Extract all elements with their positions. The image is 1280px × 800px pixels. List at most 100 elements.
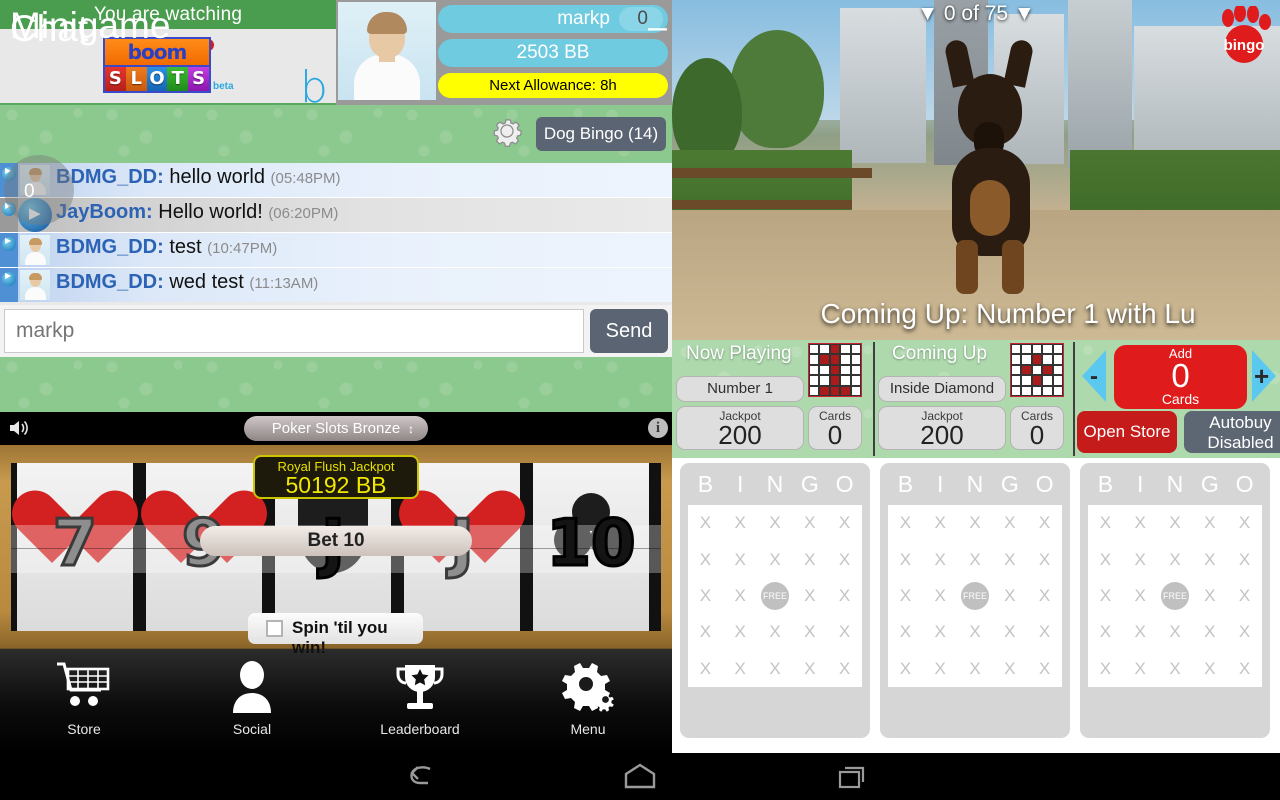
bingo-cell[interactable]: X (792, 578, 827, 614)
bingo-cell[interactable]: X (758, 614, 793, 650)
bingo-cell[interactable]: X (992, 651, 1027, 687)
bingo-cell[interactable]: X (1088, 541, 1123, 577)
allowance-pill[interactable]: Next Allowance: 8h (438, 73, 668, 98)
bingo-cell[interactable]: X (1123, 578, 1158, 614)
tab-store[interactable]: Store (0, 649, 168, 754)
bingo-cell[interactable]: X (792, 541, 827, 577)
bingo-cell[interactable]: X (688, 614, 723, 650)
bingo-cell[interactable]: X (758, 505, 793, 541)
bingo-cell[interactable]: X (792, 614, 827, 650)
send-button[interactable]: Send (590, 309, 668, 353)
gear-icon[interactable] (488, 112, 526, 150)
bingo-cell[interactable]: X (1088, 614, 1123, 650)
bingo-cell[interactable]: X (1123, 651, 1158, 687)
bingo-cell[interactable]: X (758, 651, 793, 687)
bingo-cell[interactable]: X (1192, 541, 1227, 577)
coming-up-jackpot[interactable]: Jackpot 200 (878, 406, 1006, 450)
balance-pill[interactable]: 2503 BB (438, 39, 668, 67)
bingo-cell[interactable]: X (1158, 614, 1193, 650)
bingo-cell[interactable]: X (688, 541, 723, 577)
bingo-card-grid[interactable]: X X X X X X X X X X X X FREE X X X X X X X X X X X X (688, 505, 862, 687)
bingo-cell[interactable]: X (992, 505, 1027, 541)
ball-count-selector[interactable]: ▼ 0 of 75 ▼ (672, 2, 1280, 26)
bingo-cell[interactable]: X (1027, 578, 1062, 614)
bingo-cell-free[interactable]: FREE (1158, 578, 1193, 614)
bingo-cell[interactable]: X (992, 541, 1027, 577)
bingo-cell[interactable]: X (827, 541, 862, 577)
tab-social[interactable]: Social (168, 649, 336, 754)
info-icon[interactable]: i (648, 418, 668, 438)
game-select[interactable]: Poker Slots Bronze ↕ (244, 416, 428, 441)
bingo-cell[interactable]: X (958, 541, 993, 577)
bingo-cell[interactable]: X (1158, 541, 1193, 577)
username-pill[interactable]: markp 0 (438, 5, 668, 33)
room-selector-button[interactable]: Dog Bingo (14) (536, 117, 666, 151)
bingo-card-grid[interactable]: X X X X X X X X X X X X FREE X X X X X X X X X X X X (1088, 505, 1262, 687)
checkbox-icon[interactable] (266, 620, 283, 637)
avatar[interactable] (338, 2, 436, 100)
bingo-cell[interactable]: X (758, 541, 793, 577)
bingo-cell[interactable]: X (792, 505, 827, 541)
bingo-cell[interactable]: X (827, 651, 862, 687)
add-cards-button[interactable]: Add 0 Cards (1114, 345, 1247, 409)
bingo-cell[interactable]: X (923, 541, 958, 577)
bingo-cell[interactable]: X (958, 614, 993, 650)
recents-icon[interactable] (832, 763, 880, 791)
bingo-cell[interactable]: X (1088, 651, 1123, 687)
bingo-cell[interactable]: X (888, 614, 923, 650)
bingo-cell[interactable]: X (1123, 614, 1158, 650)
chat-input[interactable] (4, 309, 584, 353)
bingo-cell[interactable]: X (1088, 505, 1123, 541)
bingo-cell[interactable]: X (888, 541, 923, 577)
bingo-cell[interactable]: X (1158, 505, 1193, 541)
now-playing-cards[interactable]: Cards 0 (808, 406, 862, 450)
bingo-card[interactable]: B I N G O X X X X X X X X X X X X FREE X X X X X X X X X X X X (680, 463, 870, 738)
video-stream[interactable]: ▼ 0 of 75 ▼ bingo Coming Up: Number 1 wi… (672, 0, 1280, 340)
bingo-cell[interactable]: X (792, 651, 827, 687)
bingo-card-grid[interactable]: X X X X X X X X X X X X FREE X X X X X X X X X X X X (888, 505, 1062, 687)
coming-up-cards[interactable]: Cards 0 (1010, 406, 1064, 450)
bingo-cell[interactable]: X (1192, 578, 1227, 614)
bingo-card[interactable]: B I N G O X X X X X X X X X X X X FREE X X X X X X X X X X X X (880, 463, 1070, 738)
bingo-cell[interactable]: X (958, 651, 993, 687)
bingo-cell[interactable]: X (723, 614, 758, 650)
home-icon[interactable] (616, 763, 664, 791)
bingo-cell[interactable]: X (923, 578, 958, 614)
now-playing-pattern-name[interactable]: Number 1 (676, 376, 804, 402)
open-store-button[interactable]: Open Store (1077, 411, 1177, 453)
chat-message[interactable]: BDMG_DD: hello world (05:48PM) (0, 163, 672, 197)
tab-menu[interactable]: Menu (504, 649, 672, 754)
bingo-cell[interactable]: X (1227, 541, 1262, 577)
chat-message-list[interactable]: BDMG_DD: hello world (05:48PM) JayBoom: … (0, 155, 672, 302)
bingo-cell[interactable]: X (1088, 578, 1123, 614)
bingo-cell[interactable]: X (1227, 505, 1262, 541)
bingo-cell[interactable]: X (923, 651, 958, 687)
bingo-cell[interactable]: X (723, 505, 758, 541)
bingo-cell[interactable]: X (1192, 651, 1227, 687)
spin-til-win-toggle[interactable]: Spin 'til you win! (248, 613, 423, 657)
increment-cards-button[interactable]: + (1252, 350, 1276, 402)
bingo-cell[interactable]: X (688, 505, 723, 541)
bingo-cell[interactable]: X (1027, 505, 1062, 541)
bingo-cell[interactable]: X (888, 505, 923, 541)
bingo-cell[interactable]: X (1192, 614, 1227, 650)
speaker-icon[interactable] (8, 418, 32, 438)
bingo-cell[interactable]: X (1158, 651, 1193, 687)
bingo-cell[interactable]: X (992, 614, 1027, 650)
bingo-cell[interactable]: X (1123, 505, 1158, 541)
bingo-cell[interactable]: X (923, 614, 958, 650)
back-icon[interactable] (400, 763, 448, 791)
bet-button[interactable]: Bet 10 (200, 526, 472, 556)
bingo-cell[interactable]: X (723, 578, 758, 614)
bingo-cell[interactable]: X (1123, 541, 1158, 577)
bingo-cell[interactable]: X (1027, 614, 1062, 650)
bingo-cell[interactable]: X (888, 651, 923, 687)
bingo-cell-free[interactable]: FREE (758, 578, 793, 614)
bingo-cell[interactable]: X (1027, 541, 1062, 577)
bingo-cell[interactable]: X (888, 578, 923, 614)
now-playing-jackpot[interactable]: Jackpot 200 (676, 406, 804, 450)
decrement-cards-button[interactable]: - (1082, 350, 1106, 402)
chat-message[interactable]: BDMG_DD: wed test (11:13AM) (0, 268, 672, 302)
bingo-cell[interactable]: X (992, 578, 1027, 614)
coming-up-pattern-name[interactable]: Inside Diamond (878, 376, 1006, 402)
